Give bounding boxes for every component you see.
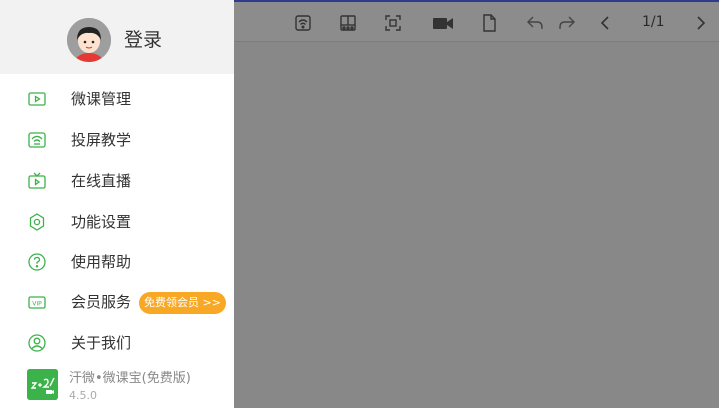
page-indicator: 1/1: [642, 14, 665, 30]
menu-label: 微课管理: [71, 90, 132, 108]
svg-text:VIP: VIP: [32, 301, 42, 308]
undo-icon[interactable]: [525, 13, 545, 33]
user-circle-icon: [27, 333, 47, 353]
free-membership-badge[interactable]: 免费领会员 >>: [139, 292, 226, 314]
app-name: 汗微•微课宝(免费版): [69, 371, 191, 386]
screencast-icon: [27, 130, 47, 150]
app-version: 4.5.0: [69, 389, 97, 402]
help-question-icon: [27, 252, 47, 272]
video-play-icon: [27, 89, 47, 109]
screen-share-icon[interactable]: [293, 13, 313, 33]
menu-item-screencast[interactable]: 投屏教学: [0, 121, 234, 159]
menu-item-micro-lesson[interactable]: 微课管理: [0, 80, 234, 118]
vip-icon: VIP: [27, 292, 47, 312]
scoreboard-icon[interactable]: [338, 13, 358, 33]
redo-icon[interactable]: [557, 13, 577, 33]
menu-item-settings[interactable]: 功能设置: [0, 203, 234, 241]
login-label[interactable]: 登录: [124, 28, 162, 52]
menu-label: 功能设置: [71, 213, 132, 231]
previous-page-icon[interactable]: [596, 13, 616, 33]
menu-label: 投屏教学: [71, 131, 132, 149]
fullscreen-icon[interactable]: [383, 13, 403, 33]
menu-item-help[interactable]: 使用帮助: [0, 243, 234, 281]
login-header[interactable]: 登录: [0, 0, 234, 74]
sidebar-drawer: 登录 微课管理 投屏教学 在线直播 功能设置 使用帮助 VIP 会员服务 免费领…: [0, 0, 234, 408]
avatar[interactable]: [67, 18, 111, 62]
next-page-icon[interactable]: [690, 13, 710, 33]
menu-label: 在线直播: [71, 172, 132, 190]
app-logo: [27, 369, 58, 400]
menu-item-about[interactable]: 关于我们: [0, 324, 234, 362]
menu-label: 关于我们: [71, 334, 132, 352]
settings-gear-icon: [27, 212, 47, 232]
document-icon[interactable]: [479, 13, 499, 33]
live-tv-icon: [27, 171, 47, 191]
menu-label: 使用帮助: [71, 253, 132, 271]
whiteboard-canvas[interactable]: [234, 42, 719, 408]
video-camera-icon[interactable]: [432, 13, 453, 33]
menu-label: 会员服务: [71, 293, 132, 311]
menu-item-live-broadcast[interactable]: 在线直播: [0, 162, 234, 200]
